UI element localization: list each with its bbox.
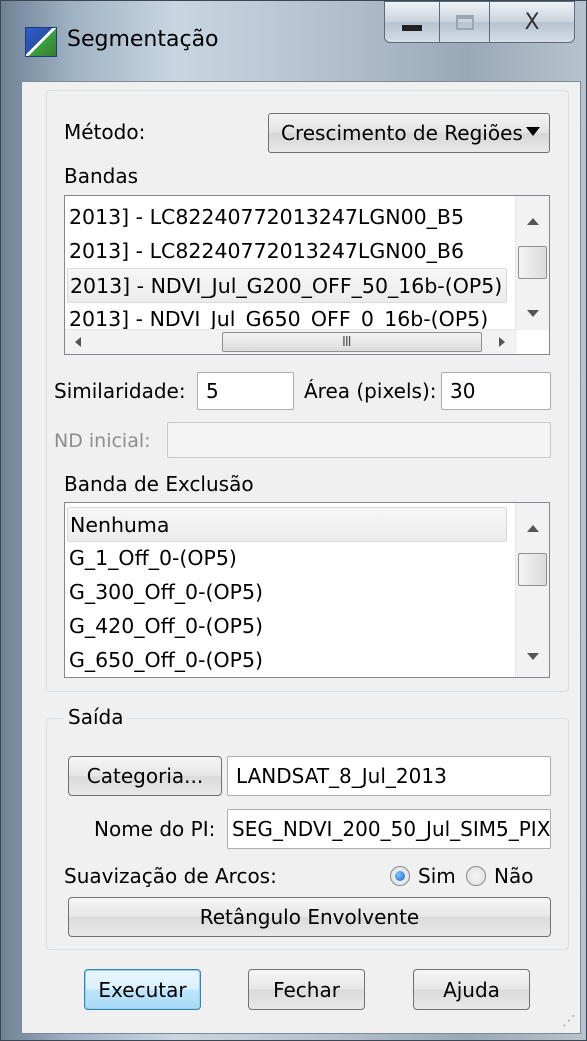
close-dialog-button[interactable]: Fechar [248, 969, 365, 1010]
exclusion-band-listbox[interactable]: Nenhuma G_1_Off_0-(OP5) G_300_Off_0-(OP5… [64, 502, 550, 678]
list-item[interactable]: 2013] - LC82240772013247LGN00_B5 [69, 200, 464, 235]
bands-listbox[interactable]: 2013] - LC82240772013247LGN00_B5 2013] -… [64, 195, 550, 355]
list-item[interactable]: 2013] - LC82240772013247LGN00_B6 [69, 234, 464, 269]
close-icon: X [524, 9, 540, 35]
bands-horizontal-scrollbar[interactable]: III [65, 329, 517, 354]
list-item-selected[interactable]: 2013] - NDVI_Jul_G200_OFF_50_16b-(OP5) [67, 268, 507, 303]
smoothing-yes-radio[interactable] [390, 866, 410, 886]
title-bar[interactable]: Segmentação X [1, 1, 587, 81]
method-label: Método: [64, 120, 146, 144]
execute-button[interactable]: Executar [84, 969, 201, 1010]
caption-buttons: X [384, 1, 575, 43]
scroll-up-icon[interactable] [527, 525, 539, 532]
resize-grip-icon[interactable]: ⋰ [562, 1013, 576, 1029]
pi-name-input[interactable]: SEG_NDVI_200_50_Jul_SIM5_PIX [227, 809, 551, 849]
maximize-button [440, 1, 490, 43]
scroll-thumb[interactable] [518, 553, 547, 586]
category-input[interactable]: LANDSAT_8_Jul_2013 [227, 756, 551, 796]
window-title: Segmentação [67, 27, 219, 52]
similarity-input[interactable]: 5 [197, 372, 294, 410]
nd-initial-label: ND inicial: [54, 430, 151, 452]
list-item[interactable]: G_420_Off_0-(OP5) [69, 609, 263, 644]
help-button[interactable]: Ajuda [413, 969, 530, 1010]
scroll-left-icon[interactable] [75, 337, 81, 347]
maximize-icon [455, 14, 474, 30]
bands-label: Bandas [64, 164, 139, 188]
list-item[interactable]: G_300_Off_0-(OP5) [69, 575, 263, 610]
dialog-client-area: Método: Crescimento de Regiões Bandas 20… [21, 81, 581, 1034]
list-item[interactable]: G_650_Off_0-(OP5) [69, 643, 263, 677]
minimize-icon [402, 25, 422, 31]
output-legend: Saída [64, 705, 128, 729]
scroll-down-icon[interactable] [527, 310, 539, 317]
chevron-down-icon [526, 127, 540, 136]
scroll-thumb-horizontal[interactable]: III [222, 332, 482, 352]
scroll-down-icon[interactable] [527, 653, 539, 660]
smoothing-no-radio[interactable] [466, 866, 486, 886]
bands-vertical-scrollbar[interactable] [515, 196, 549, 330]
area-pixels-input[interactable]: 30 [441, 372, 551, 410]
method-combobox[interactable]: Crescimento de Regiões [268, 113, 550, 153]
scroll-right-icon[interactable] [499, 337, 505, 347]
list-item[interactable]: G_1_Off_0-(OP5) [69, 541, 237, 576]
area-label: Área (pixels): [304, 379, 437, 403]
pi-name-label: Nome do PI: [94, 817, 216, 841]
bounding-rectangle-button[interactable]: Retângulo Envolvente [68, 897, 551, 937]
close-button[interactable]: X [490, 1, 575, 43]
category-button[interactable]: Categoria... [68, 756, 222, 796]
minimize-button[interactable] [384, 1, 440, 43]
arc-smoothing-label: Suavização de Arcos: [64, 864, 277, 888]
scroll-thumb[interactable] [518, 246, 547, 279]
list-item-selected[interactable]: Nenhuma [67, 507, 507, 542]
exclusion-band-label: Banda de Exclusão [64, 472, 254, 496]
method-selected-value: Crescimento de Regiões [281, 121, 523, 145]
smoothing-no-label[interactable]: Não [494, 864, 533, 888]
nd-initial-input [167, 422, 551, 458]
similarity-label: Similaridade: [54, 379, 186, 403]
scroll-grip-icon: III [342, 335, 351, 350]
smoothing-yes-label[interactable]: Sim [418, 864, 456, 888]
segmentation-window: Segmentação X Método: Crescimento de Reg… [0, 0, 587, 1041]
scroll-up-icon[interactable] [527, 218, 539, 225]
segmentation-app-icon [25, 27, 57, 57]
exclusion-vertical-scrollbar[interactable] [515, 503, 549, 677]
